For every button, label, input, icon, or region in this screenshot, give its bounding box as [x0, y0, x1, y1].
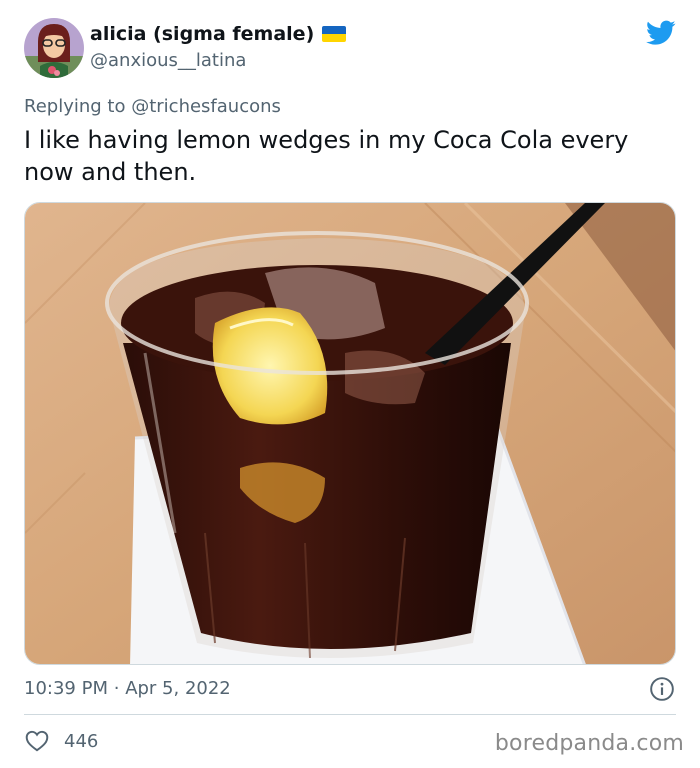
like-count: 446	[64, 730, 99, 752]
meta-separator: ·	[113, 678, 120, 699]
twitter-bird-icon[interactable]	[646, 20, 676, 46]
display-name-text: alicia (sigma female)	[90, 23, 315, 45]
reply-mention-link[interactable]: @trichesfaucons	[131, 96, 281, 117]
divider	[24, 714, 676, 715]
tweet-card: alicia (sigma female) @anxious__latina R…	[0, 0, 700, 768]
like-button[interactable]: 446	[24, 728, 98, 754]
reply-context: Replying to @trichesfaucons	[24, 96, 281, 117]
reply-prefix: Replying to	[24, 96, 126, 117]
author-display-name[interactable]: alicia (sigma female)	[90, 23, 347, 45]
cartoon-girl-avatar-icon	[24, 18, 84, 78]
tweet-time: 10:39 PM	[24, 678, 108, 699]
avatar[interactable]	[24, 18, 84, 78]
tweet-text: I like having lemon wedges in my Coca Co…	[24, 126, 629, 186]
info-icon[interactable]	[649, 676, 675, 702]
tweet-date: Apr 5, 2022	[125, 678, 231, 699]
ukraine-flag-icon	[322, 26, 347, 42]
tweet-photo[interactable]	[24, 202, 676, 665]
author-handle[interactable]: @anxious__latina	[90, 50, 246, 71]
heart-icon	[25, 730, 49, 752]
tweet-timestamp[interactable]: 10:39 PM · Apr 5, 2022	[24, 678, 231, 699]
cola-glass-photo	[25, 203, 675, 664]
watermark: boredpanda.com	[494, 731, 684, 756]
